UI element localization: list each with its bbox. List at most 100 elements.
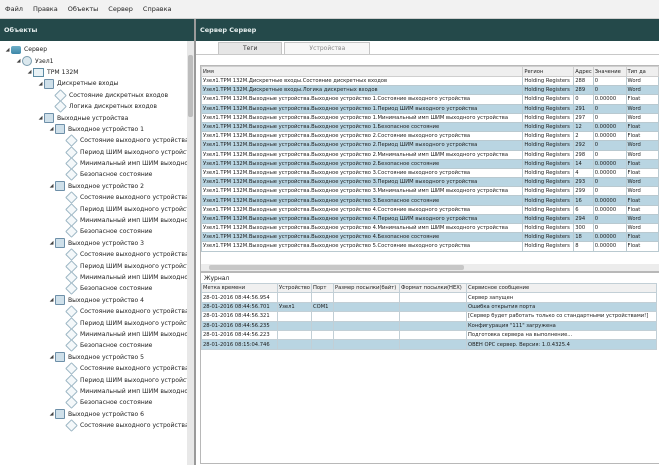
expand-arrow-icon[interactable]: ◢ bbox=[37, 81, 44, 87]
tree-item[interactable]: Минимальный имп ШИМ выходно bbox=[0, 214, 194, 227]
tree-item[interactable]: ◢ Сервер bbox=[0, 44, 194, 55]
tree-item[interactable]: Период ШИМ выходного устройст bbox=[0, 259, 194, 273]
column-header[interactable]: Формат посылки(HEX) bbox=[398, 282, 467, 294]
table-row[interactable]: Узел1.ТРМ 132М.Выходные устройства.Выход… bbox=[201, 121, 659, 133]
tree-item[interactable]: Состояние выходного устройства bbox=[0, 134, 194, 148]
tree-item[interactable]: Безопасное состояние bbox=[0, 225, 194, 239]
column-header[interactable]: Порт bbox=[310, 282, 334, 294]
table-cell: Holding Registers bbox=[522, 186, 575, 197]
expand-arrow-icon[interactable]: ◢ bbox=[48, 354, 55, 360]
tree-scrollbar-thumb[interactable] bbox=[188, 55, 193, 117]
expand-arrow-icon[interactable]: ◢ bbox=[48, 411, 55, 417]
column-header[interactable]: Размер посылки(байт) bbox=[332, 282, 400, 294]
tree-item[interactable]: Состояние выходного устройства bbox=[0, 305, 194, 319]
tags-horizontal-scrollbar[interactable] bbox=[201, 264, 659, 271]
tree-scrollbar[interactable] bbox=[187, 41, 194, 465]
menu-edit[interactable]: Правка bbox=[28, 5, 63, 13]
tag-icon bbox=[65, 339, 78, 353]
tree-item[interactable]: Безопасное состояние bbox=[0, 339, 194, 353]
tree-item[interactable]: ◢ Выходное устройство 4 bbox=[0, 295, 194, 306]
expand-arrow-icon[interactable]: ◢ bbox=[48, 240, 55, 246]
tree-item[interactable]: Безопасное состояние bbox=[0, 396, 194, 410]
expand-arrow-icon[interactable]: ◢ bbox=[48, 126, 55, 132]
tree-item[interactable]: Период ШИМ выходного устройст bbox=[0, 316, 194, 330]
expand-arrow-icon[interactable]: ◢ bbox=[15, 58, 22, 64]
table-row[interactable]: Узел1.ТРМ 132М.Выходные устройства.Выход… bbox=[201, 167, 659, 179]
column-header[interactable]: Сервисное сообщение bbox=[465, 282, 657, 294]
tree-item[interactable]: Состояние дискретных входов bbox=[0, 88, 194, 102]
log-cell bbox=[310, 320, 334, 331]
table-row[interactable]: Узел1.ТРМ 132М.Выходные устройства.Выход… bbox=[201, 149, 659, 160]
table-row[interactable]: Узел1.ТРМ 132М.Выходные устройства.Выход… bbox=[201, 177, 659, 188]
tree-item[interactable]: Минимальный имп ШИМ выходно bbox=[0, 157, 194, 170]
expand-arrow-icon[interactable]: ◢ bbox=[37, 115, 44, 121]
tree-item[interactable]: ◢ Выходное устройство 3 bbox=[0, 238, 194, 249]
table-row[interactable]: Узел1.ТРМ 132М.Выходные устройства.Выход… bbox=[201, 213, 659, 225]
tree-item[interactable]: Период ШИМ выходного устройст bbox=[0, 202, 194, 216]
tree-item[interactable]: ◢ Выходное устройство 6 bbox=[0, 409, 194, 420]
tree-item[interactable]: Состояние выходного устройства bbox=[0, 191, 194, 205]
log-row[interactable]: 28-01-2016 08:44:56.321 [Сервер будет раб… bbox=[201, 311, 657, 322]
tags-scrollbar-thumb[interactable] bbox=[209, 265, 464, 270]
tree-item[interactable]: Минимальный имп ШИМ выходно bbox=[0, 385, 194, 398]
menu-server[interactable]: Сервер bbox=[103, 5, 138, 13]
table-row[interactable]: Узел1.ТРМ 132М.Выходные устройства.Выход… bbox=[201, 232, 659, 243]
column-header[interactable]: Имя bbox=[201, 66, 524, 77]
tree-item[interactable]: Безопасное состояние bbox=[0, 282, 194, 296]
tree-item[interactable]: Минимальный имп ШИМ выходно bbox=[0, 328, 194, 341]
table-row[interactable]: Узел1.ТРМ 132М.Выходные устройства.Выход… bbox=[201, 94, 659, 105]
tree-item-label: Состояние выходного устройства bbox=[80, 137, 189, 145]
tree-item[interactable]: Состояние выходного устройства bbox=[0, 248, 194, 262]
tree-item[interactable]: ◢ Дискретные входы bbox=[0, 78, 194, 89]
table-row[interactable]: Узел1.ТРМ 132М.Выходные устройства.Выход… bbox=[201, 131, 659, 142]
log-row[interactable]: 28-01-2016 08:44:56.701 Узел1 COM1 Ошибка о… bbox=[201, 301, 657, 313]
expand-arrow-icon[interactable]: ◢ bbox=[26, 69, 33, 75]
log-cell: 28-01-2016 08:44:56.223 bbox=[201, 329, 278, 341]
menu-help[interactable]: Справка bbox=[138, 5, 177, 13]
tree-item[interactable]: Логика дискретных входов bbox=[0, 100, 194, 114]
menu-file[interactable]: Файл bbox=[0, 5, 28, 13]
table-row[interactable]: Узел1.ТРМ 132М.Выходные устройства.Выход… bbox=[201, 158, 659, 169]
tree-item[interactable]: Состояние выходного устройства bbox=[0, 362, 194, 375]
table-row[interactable]: Узел1.ТРМ 132М.Выходные устройства.Выход… bbox=[201, 195, 659, 206]
menu-objects[interactable]: Объекты bbox=[63, 5, 104, 13]
column-header[interactable]: Устройство bbox=[277, 282, 312, 294]
expand-arrow-icon[interactable]: ◢ bbox=[4, 47, 11, 53]
tab-tags[interactable]: Теги bbox=[218, 42, 283, 54]
column-header[interactable]: Адрес bbox=[573, 66, 594, 77]
tree-item[interactable]: ◢ ТРМ 132М bbox=[0, 67, 194, 78]
table-row[interactable]: Узел1.ТРМ 132М.Выходные устройства.Выход… bbox=[201, 241, 659, 252]
table-row[interactable]: Узел1.ТРМ 132М.Выходные устройства.Выход… bbox=[201, 112, 659, 123]
expand-arrow-icon[interactable]: ◢ bbox=[48, 183, 55, 189]
tree-item[interactable]: ◢ Узел1 bbox=[0, 55, 194, 67]
tree-item[interactable]: Период ШИМ выходного устройст bbox=[0, 145, 194, 159]
tree-item[interactable]: ◢ Выходное устройство 2 bbox=[0, 181, 194, 192]
table-cell: Float bbox=[625, 241, 659, 252]
tree-item[interactable]: ◢ Выходное устройство 5 bbox=[0, 352, 194, 363]
table-row[interactable]: Узел1.ТРМ 132М.Выходные устройства.Выход… bbox=[201, 204, 659, 215]
tree-item[interactable]: Минимальный имп ШИМ выходно bbox=[0, 271, 194, 284]
table-row[interactable]: Узел1.ТРМ 132М.Выходные устройства.Выход… bbox=[201, 222, 659, 234]
log-row[interactable]: 28-01-2016 08:44:56.223 Подготовка сервер… bbox=[201, 329, 657, 341]
table-row[interactable]: Узел1.ТРМ 132М.Выходные устройства.Выход… bbox=[201, 103, 659, 114]
tab-devices[interactable]: Устройства bbox=[284, 42, 371, 54]
log-row[interactable]: 28-01-2016 08:44:56.954 Сервер запущен bbox=[201, 292, 657, 303]
table-row[interactable]: Узел1.ТРМ 132М.Выходные устройства.Выход… bbox=[201, 140, 659, 151]
column-header[interactable]: Тип да bbox=[625, 66, 659, 77]
table-row[interactable]: Узел1.ТРМ 132М.Дискретные входы.Состояни… bbox=[201, 75, 659, 87]
column-header[interactable]: Метка времени bbox=[201, 282, 278, 294]
tree-item[interactable]: ◢ Выходные устройства bbox=[0, 112, 194, 124]
tree-item[interactable]: Период ШИМ выходного устройст bbox=[0, 373, 194, 387]
table-cell: 6 bbox=[573, 204, 594, 215]
column-header[interactable]: Значение bbox=[592, 66, 627, 77]
table-row[interactable]: Узел1.ТРМ 132М.Выходные устройства.Выход… bbox=[201, 186, 659, 197]
expand-arrow-icon[interactable]: ◢ bbox=[48, 297, 55, 303]
log-cell bbox=[310, 329, 334, 341]
column-header[interactable]: Регион bbox=[522, 66, 575, 77]
log-row[interactable]: 28-01-2016 08:15:04.746 ОВЕН OPC сервер. … bbox=[201, 339, 657, 350]
tree-item[interactable]: Безопасное состояние bbox=[0, 168, 194, 182]
tree-item[interactable]: ◢ Выходное устройство 1 bbox=[0, 124, 194, 135]
table-row[interactable]: Узел1.ТРМ 132М.Дискретные входы.Логика д… bbox=[201, 85, 659, 96]
log-row[interactable]: 28-01-2016 08:44:56.235 Конфигурация "111… bbox=[201, 320, 657, 331]
tree-item[interactable]: Состояние выходного устройства bbox=[0, 419, 194, 432]
